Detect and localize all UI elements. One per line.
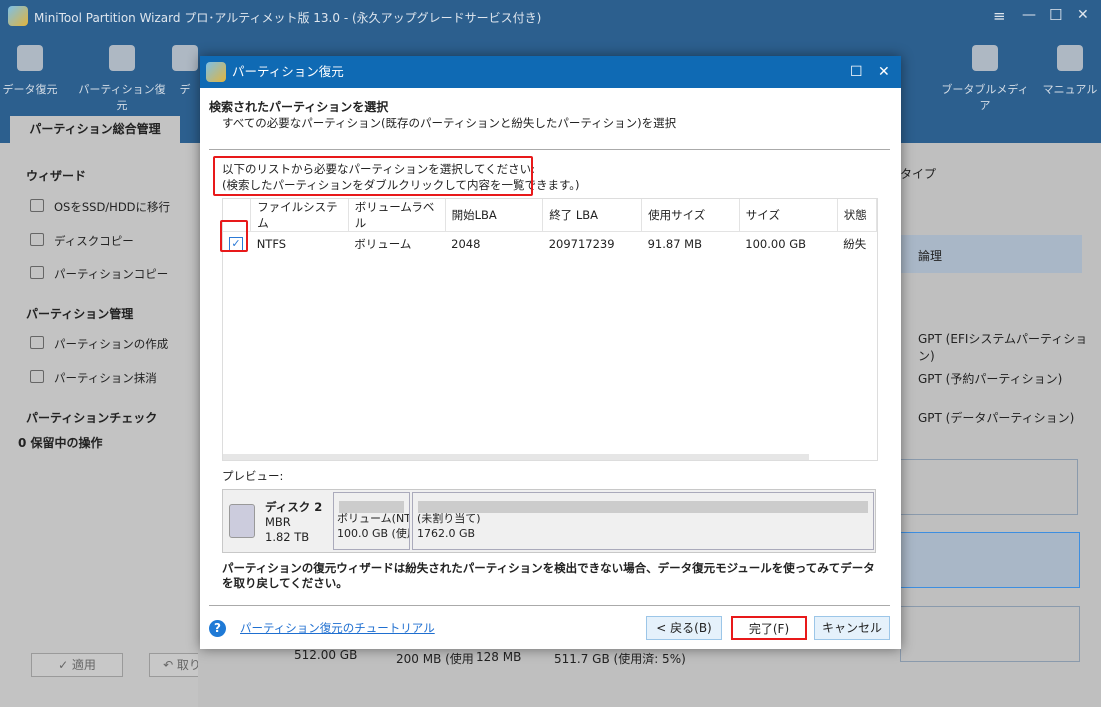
preview-label: プレビュー: bbox=[222, 469, 284, 483]
col-filesystem[interactable]: ファイルシステム bbox=[250, 199, 349, 232]
wizard-heading: ウィザード bbox=[26, 169, 87, 183]
cell-filesystem: NTFS bbox=[256, 236, 287, 251]
pending-operations: 0 保留中の操作 bbox=[18, 436, 103, 450]
cell-size: 100.00 GB bbox=[745, 236, 806, 251]
table-header: ファイルシステム ボリュームラベル 開始LBA 終了 LBA 使用サイズ サイズ… bbox=[223, 199, 877, 232]
disk-benchmark-icon bbox=[172, 45, 198, 71]
label: デ bbox=[179, 83, 191, 96]
label: ブータブルメディア bbox=[941, 83, 1029, 112]
close-icon[interactable]: ✕ bbox=[878, 56, 890, 88]
type-logical: 論理 bbox=[918, 249, 943, 263]
dialog-title: パーティション復元 bbox=[232, 64, 344, 79]
close-button[interactable]: ✕ bbox=[1077, 7, 1089, 23]
cell-end-lba: 209717239 bbox=[548, 236, 615, 251]
disk-type: MBR bbox=[265, 515, 291, 529]
sidebar-item-migrate-os[interactable]: OSをSSD/HDDに移行 bbox=[30, 199, 170, 215]
tutorial-link[interactable]: パーティション復元のチュートリアル bbox=[240, 620, 435, 636]
partition-size: 100.0 GB (使用 bbox=[337, 527, 410, 540]
sidebar: ウィザード OSをSSD/HDDに移行 ディスクコピー パーティションコピー パ… bbox=[0, 143, 239, 707]
data-recovery-button[interactable]: データ復元 bbox=[0, 45, 75, 97]
partition-check-heading: パーティションチェック bbox=[26, 411, 158, 425]
type-gpt-reserved: GPT (予約パーティション) bbox=[918, 372, 1063, 386]
cell-label: ボリューム bbox=[354, 236, 412, 251]
preview-partition[interactable]: ボリューム(NTF 100.0 GB (使用 bbox=[333, 492, 410, 550]
disk-size: 512.00 GB bbox=[294, 648, 358, 662]
finish-button[interactable]: 完了(F) bbox=[731, 616, 807, 640]
type-gpt-efi: GPT (EFIシステムパーティション) bbox=[918, 332, 1088, 363]
app-title: MiniTool Partition Wizard プロ･アルティメット版 13… bbox=[34, 11, 542, 25]
app-logo-icon bbox=[206, 62, 226, 82]
divider bbox=[209, 605, 890, 606]
disk-block-selected[interactable] bbox=[900, 532, 1080, 588]
col-used[interactable]: 使用サイズ bbox=[641, 199, 740, 232]
disk-name: ディスク 2 bbox=[265, 500, 323, 514]
col-start-lba[interactable]: 開始LBA bbox=[445, 199, 544, 232]
menu-icon[interactable]: ≡ bbox=[993, 7, 1006, 25]
sidebar-item-disk-copy[interactable]: ディスクコピー bbox=[30, 233, 134, 249]
dialog-subheading: すべての必要なパーティション(既存のパーティションと紛失したパーティション)を選… bbox=[222, 116, 677, 130]
maximize-button[interactable]: ☐ bbox=[1049, 6, 1062, 24]
sidebar-item-wipe-partition[interactable]: パーティション抹消 bbox=[30, 370, 157, 386]
partition-efi[interactable]: 200 MB (使用 bbox=[396, 650, 474, 667]
partition-data[interactable]: 511.7 GB (使用済: 5%) bbox=[554, 650, 686, 667]
col-label[interactable]: ボリュームラベル bbox=[348, 199, 446, 232]
recovery-note: パーティションの復元ウィザードは紛失されたパーティションを検出できない場合、デー… bbox=[222, 561, 875, 590]
sidebar-item-create-partition[interactable]: パーティションの作成 bbox=[30, 336, 168, 352]
partition-recovery-dialog: パーティション復元 ☐ ✕ 検索されたパーティションを選択 すべての必要なパーテ… bbox=[200, 56, 901, 649]
partition-label: (未割り当て) bbox=[417, 512, 481, 525]
partition-recovery-icon bbox=[109, 45, 135, 71]
apply-button[interactable]: ✓ 適用 bbox=[31, 653, 123, 677]
app-title-bar: MiniTool Partition Wizard プロ･アルティメット版 13… bbox=[0, 0, 1101, 33]
highlight-box bbox=[213, 156, 533, 196]
type-gpt-data: GPT (データパーティション) bbox=[918, 411, 1075, 425]
dialog-title-bar: パーティション復元 ☐ ✕ bbox=[200, 56, 901, 88]
cell-start-lba: 2048 bbox=[451, 236, 481, 251]
cancel-button[interactable]: キャンセル bbox=[814, 616, 890, 640]
preview-unallocated[interactable]: (未割り当て) 1762.0 GB bbox=[412, 492, 874, 550]
help-icon[interactable]: ? bbox=[209, 620, 226, 637]
tab-partition-management[interactable]: パーティション総合管理 bbox=[10, 116, 180, 143]
partition-label: ボリューム(NTF bbox=[337, 512, 410, 525]
sidebar-item-partition-copy[interactable]: パーティションコピー bbox=[30, 266, 168, 282]
manual-button[interactable]: マニュアル bbox=[1025, 45, 1101, 97]
book-icon bbox=[1057, 45, 1083, 71]
partition-reserved[interactable]: 128 MB bbox=[476, 650, 521, 664]
horizontal-scrollbar[interactable] bbox=[223, 454, 809, 460]
disk-info: ディスク 2 MBR 1.82 TB bbox=[265, 500, 322, 545]
back-button[interactable]: < 戻る(B) bbox=[646, 616, 722, 640]
bootable-media-button[interactable]: ブータブルメディア bbox=[940, 45, 1030, 113]
cell-status: 紛失 bbox=[843, 236, 867, 251]
data-recovery-icon bbox=[17, 45, 43, 71]
disk-icon bbox=[229, 504, 255, 538]
dialog-heading: 検索されたパーティションを選択 bbox=[209, 100, 389, 114]
partition-management-heading: パーティション管理 bbox=[26, 307, 134, 321]
app-logo-icon bbox=[8, 6, 28, 26]
cell-used: 91.87 MB bbox=[647, 236, 702, 251]
partition-size: 1762.0 GB bbox=[417, 527, 476, 540]
checkbox-highlight bbox=[220, 220, 248, 252]
disk-block[interactable] bbox=[900, 459, 1078, 515]
maximize-icon[interactable]: ☐ bbox=[850, 56, 863, 88]
minimize-button[interactable]: — bbox=[1022, 7, 1036, 23]
preview-disk: ディスク 2 MBR 1.82 TB ボリューム(NTF 100.0 GB (使… bbox=[222, 489, 876, 553]
divider bbox=[209, 149, 890, 150]
col-end-lba[interactable]: 終了 LBA bbox=[542, 199, 643, 232]
label: データ復元 bbox=[2, 83, 58, 96]
label: マニュアル bbox=[1042, 83, 1098, 96]
disk-block[interactable] bbox=[900, 606, 1080, 662]
disk-size: 1.82 TB bbox=[265, 530, 310, 544]
col-status[interactable]: 状態 bbox=[837, 199, 877, 232]
type-column-header: タイプ bbox=[900, 167, 937, 181]
table-row[interactable]: ✓ NTFS ボリューム 2048 209717239 91.87 MB 100… bbox=[223, 232, 877, 256]
partition-table: ファイルシステム ボリュームラベル 開始LBA 終了 LBA 使用サイズ サイズ… bbox=[222, 198, 878, 461]
col-size[interactable]: サイズ bbox=[739, 199, 838, 232]
usb-icon bbox=[972, 45, 998, 71]
